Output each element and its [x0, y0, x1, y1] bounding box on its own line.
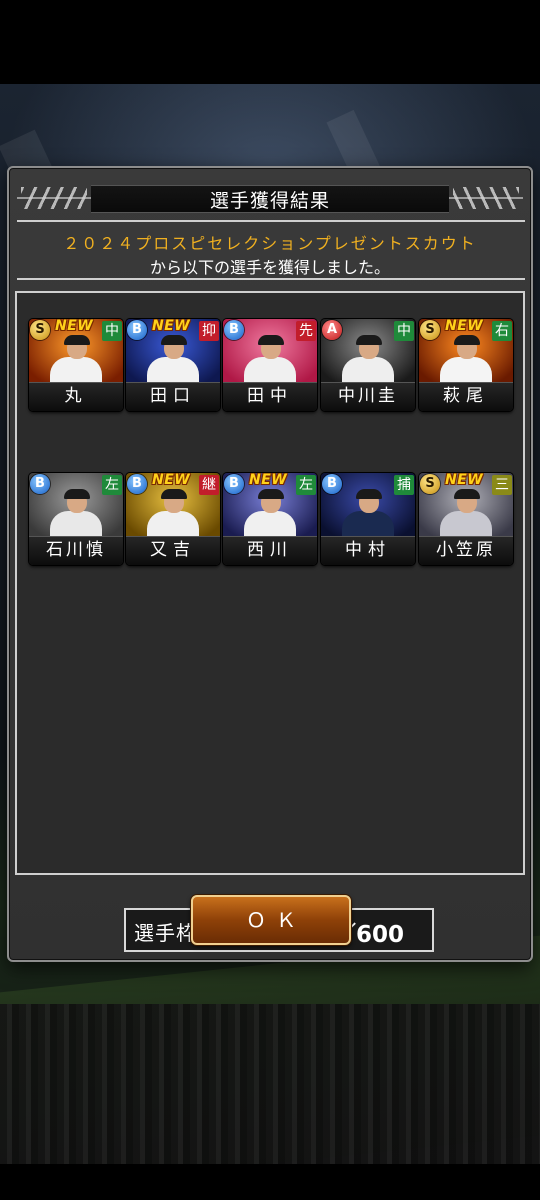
rank-badge: B [127, 320, 147, 340]
player-card[interactable]: B 捕中村 [321, 473, 415, 565]
scout-name: ２０２４プロスピセレクションプレゼントスカウト [63, 234, 477, 253]
new-badge: NEW [445, 473, 484, 488]
player-name: 丸 [29, 382, 123, 411]
player-name: 田口 [126, 382, 220, 411]
divider [17, 278, 525, 280]
rank-badge: B [30, 474, 50, 494]
navigation-bar-area [0, 1164, 540, 1200]
status-bar-area [0, 0, 540, 84]
player-card[interactable]: B 左石川慎 [29, 473, 123, 565]
player-card[interactable]: B 継 NEW 又吉 [126, 473, 220, 565]
player-portrait [242, 489, 298, 539]
players-panel: S 中 NEW 丸 B 抑 NEW 田口 B 先田中 A 中中川圭 S 右 NEW 萩尾 B 左石川慎 B 継 NEW 又… [15, 291, 525, 952]
player-name: 石川慎 [29, 536, 123, 565]
player-portrait [438, 489, 494, 539]
player-card[interactable]: B 左 NEW 西川 [223, 473, 317, 565]
position-badge: 中 [102, 321, 122, 341]
position-badge: 左 [102, 475, 122, 495]
ok-button[interactable]: ＯＫ [191, 895, 351, 945]
player-name: 西川 [223, 536, 317, 565]
player-card[interactable]: S 中 NEW 丸 [29, 319, 123, 411]
position-badge: 三 [492, 475, 512, 495]
player-portrait [145, 335, 201, 385]
rank-badge: S [420, 320, 440, 340]
player-card[interactable]: S 右 NEW 萩尾 [419, 319, 513, 411]
rank-badge: B [224, 320, 244, 340]
player-name: 中川圭 [321, 382, 415, 411]
player-portrait [340, 335, 396, 385]
rank-badge: B [224, 474, 244, 494]
rank-badge: B [322, 474, 342, 494]
position-badge: 捕 [394, 475, 414, 495]
new-badge: NEW [152, 473, 191, 488]
result-message: から以下の選手を獲得しました。 [149, 258, 390, 277]
player-name: 中村 [321, 536, 415, 565]
new-badge: NEW [249, 473, 288, 488]
player-portrait [48, 335, 104, 385]
player-portrait [438, 335, 494, 385]
player-card[interactable]: B 先田中 [223, 319, 317, 411]
player-card[interactable]: B 抑 NEW 田口 [126, 319, 220, 411]
new-badge: NEW [152, 319, 191, 334]
divider [17, 220, 525, 222]
position-badge: 継 [199, 475, 219, 495]
result-dialog: 選手獲得結果 ２０２４プロスピセレクションプレゼントスカウト から以下の選手を獲… [7, 166, 533, 962]
player-name: 小笠原 [419, 536, 513, 565]
player-name: 又吉 [126, 536, 220, 565]
player-portrait [242, 335, 298, 385]
player-card[interactable]: S 三 NEW 小笠原 [419, 473, 513, 565]
player-name: 田中 [223, 382, 317, 411]
position-badge: 中 [394, 321, 414, 341]
rank-badge: A [322, 320, 342, 340]
new-badge: NEW [55, 319, 94, 334]
rank-badge: S [420, 474, 440, 494]
position-badge: 右 [492, 321, 512, 341]
player-card[interactable]: A 中中川圭 [321, 319, 415, 411]
title-band: 選手獲得結果 [17, 182, 523, 214]
dialog-title: 選手獲得結果 [209, 190, 330, 212]
player-portrait [145, 489, 201, 539]
rank-badge: S [30, 320, 50, 340]
new-badge: NEW [445, 319, 484, 334]
player-name: 萩尾 [419, 382, 513, 411]
position-badge: 左 [296, 475, 316, 495]
player-portrait [340, 489, 396, 539]
player-portrait [48, 489, 104, 539]
rank-badge: B [127, 474, 147, 494]
position-badge: 先 [296, 321, 316, 341]
position-badge: 抑 [199, 321, 219, 341]
